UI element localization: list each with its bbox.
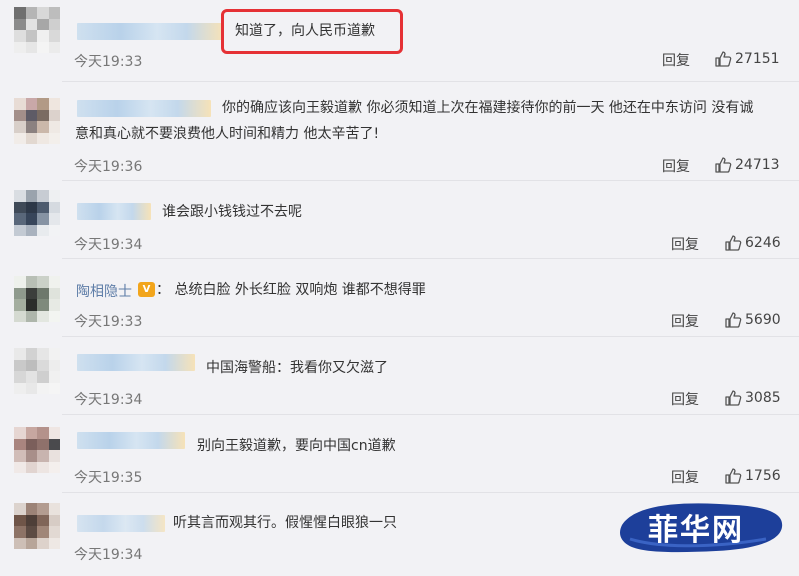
comment-text: 中国海警船：我看你又欠滋了 bbox=[206, 360, 388, 376]
comment-text: 你的确应该向王毅道歉 你必须知道上次在福建接待你的前一天 他还在中东访问 没有诚 bbox=[222, 100, 754, 116]
watermark-text: 菲华网 bbox=[648, 513, 744, 548]
like-button[interactable]: 5690 bbox=[724, 311, 781, 329]
like-button[interactable]: 6246 bbox=[724, 234, 781, 252]
thumbs-up-icon bbox=[725, 468, 742, 484]
avatar[interactable] bbox=[14, 276, 60, 322]
reply-button[interactable]: 回复 bbox=[671, 234, 699, 254]
comment-text: 听其言而观其行。假惺惺白眼狼一只 bbox=[173, 515, 397, 531]
comment-item: 你的确应该向王毅道歉 你必须知道上次在福建接待你的前一天 他还在中东访问 没有诚… bbox=[0, 82, 799, 182]
comment-time: 今天19:36 bbox=[74, 159, 143, 175]
avatar[interactable] bbox=[14, 503, 60, 549]
comment-item: 陶相隐士 V ： 总统白脸 外长红脸 双响炮 谁都不想得罪 今天19:33 回复… bbox=[0, 259, 799, 337]
like-count: 3085 bbox=[745, 390, 781, 406]
like-count: 27151 bbox=[735, 51, 780, 67]
reply-button[interactable]: 回复 bbox=[662, 50, 690, 70]
comment-text-continued: 意和真心就不要浪费他人时间和精力 他太辛苦了! bbox=[75, 126, 380, 142]
thumbs-up-icon bbox=[725, 312, 742, 328]
comment-text: 知道了，向人民币道歉 bbox=[235, 23, 375, 39]
like-button[interactable]: 1756 bbox=[724, 467, 781, 485]
comment-text: ： 总统白脸 外长红脸 双响炮 谁都不想得罪 bbox=[156, 282, 426, 298]
username-blurred[interactable] bbox=[77, 100, 211, 117]
comment-time: 今天19:34 bbox=[74, 392, 143, 408]
avatar[interactable] bbox=[14, 98, 60, 144]
comment-text: 谁会跟小钱钱过不去呢 bbox=[162, 204, 302, 220]
like-button[interactable]: 3085 bbox=[724, 389, 781, 407]
comment-time: 今天19:34 bbox=[74, 237, 143, 253]
like-count: 24713 bbox=[735, 157, 780, 173]
username-blurred[interactable] bbox=[77, 515, 165, 532]
comment-item: 谁会跟小钱钱过不去呢 今天19:34 回复 6246 bbox=[0, 181, 799, 259]
username-blurred[interactable] bbox=[77, 203, 151, 220]
like-count: 6246 bbox=[745, 235, 781, 251]
vip-badge: V bbox=[138, 282, 155, 297]
thumbs-up-icon bbox=[725, 390, 742, 406]
reply-button[interactable]: 回复 bbox=[671, 467, 699, 487]
reply-button[interactable]: 回复 bbox=[662, 156, 690, 176]
username-blurred[interactable] bbox=[77, 354, 195, 371]
comment-item: 别向王毅道歉，要向中国cn道歉 今天19:35 回复 1756 bbox=[0, 415, 799, 493]
site-watermark-logo: 菲华网 bbox=[616, 495, 788, 559]
comment-time: 今天19:34 bbox=[74, 547, 143, 563]
avatar[interactable] bbox=[14, 427, 60, 473]
like-button[interactable]: 24713 bbox=[714, 156, 780, 174]
thumbs-up-icon bbox=[725, 235, 742, 251]
comment-time: 今天19:33 bbox=[74, 54, 143, 70]
thumbs-up-icon bbox=[715, 157, 732, 173]
username[interactable]: 陶相隐士 bbox=[76, 281, 132, 301]
reply-button[interactable]: 回复 bbox=[671, 311, 699, 331]
avatar[interactable] bbox=[14, 7, 60, 53]
comment-item: 知道了，向人民币道歉 今天19:33 回复 27151 bbox=[0, 0, 799, 80]
comment-time: 今天19:33 bbox=[74, 314, 143, 330]
avatar[interactable] bbox=[14, 190, 60, 236]
comment-item: 中国海警船：我看你又欠滋了 今天19:34 回复 3085 bbox=[0, 337, 799, 415]
like-count: 5690 bbox=[745, 312, 781, 328]
reply-button[interactable]: 回复 bbox=[671, 389, 699, 409]
comment-text: 别向王毅道歉，要向中国cn道歉 bbox=[197, 438, 396, 454]
thumbs-up-icon bbox=[715, 51, 732, 67]
username-blurred[interactable] bbox=[77, 432, 185, 449]
like-count: 1756 bbox=[745, 468, 781, 484]
like-button[interactable]: 27151 bbox=[714, 50, 780, 68]
comment-time: 今天19:35 bbox=[74, 470, 143, 486]
avatar[interactable] bbox=[14, 348, 60, 394]
username-blurred[interactable] bbox=[77, 23, 223, 40]
